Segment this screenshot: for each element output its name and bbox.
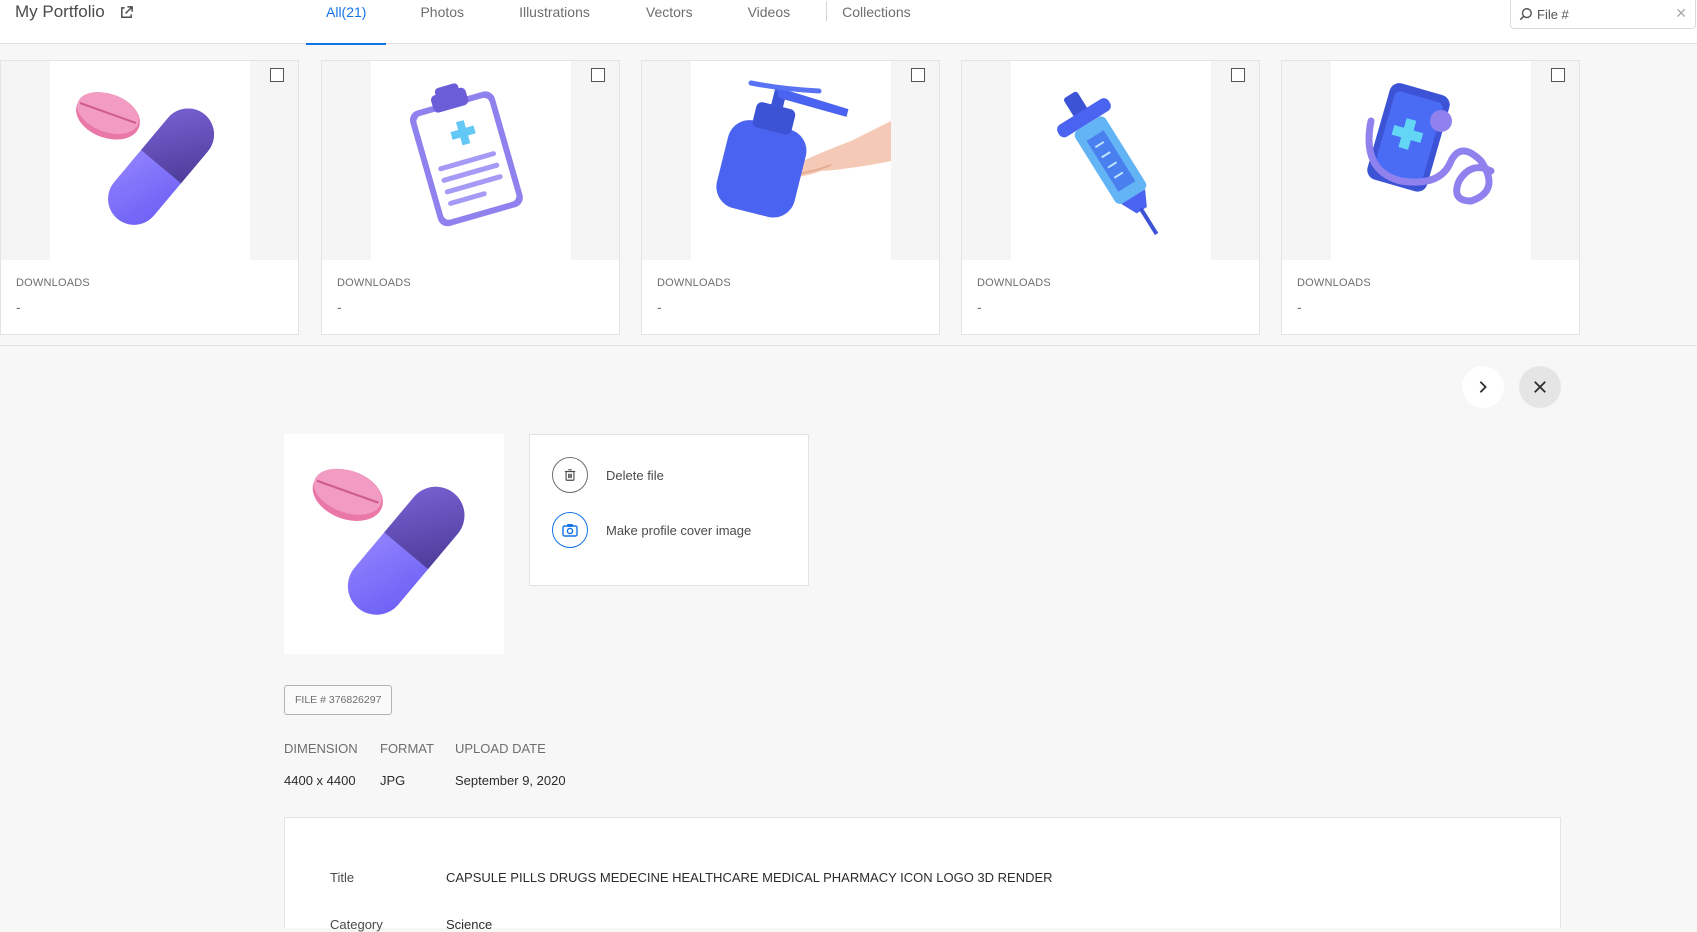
- downloads-label: DOWNLOADS: [977, 277, 1051, 289]
- asset-thumbnail-frame: [962, 61, 1259, 260]
- select-checkbox[interactable]: [911, 68, 925, 82]
- tab-separator: [826, 1, 828, 21]
- file-search-input[interactable]: [1537, 6, 1667, 22]
- portfolio-title[interactable]: My Portfolio: [15, 2, 134, 22]
- tab-illustrations[interactable]: Illustrations: [519, 0, 590, 44]
- phone-stethoscope-image[interactable]: [1331, 61, 1531, 260]
- tab-vectors[interactable]: Vectors: [646, 0, 693, 44]
- close-icon: [1534, 381, 1546, 393]
- upload-date-value: September 9, 2020: [455, 773, 566, 788]
- clipboard-image[interactable]: [371, 61, 571, 260]
- tab-bar: All(21) Photos Illustrations Vectors Vid…: [305, 0, 911, 45]
- top-bar: My Portfolio All(21) Photos Illustration…: [0, 0, 1697, 45]
- external-link-icon[interactable]: [119, 5, 134, 20]
- asset-thumbnail-frame: [1282, 61, 1579, 260]
- delete-file-button[interactable]: Delete file: [552, 457, 664, 493]
- asset-card[interactable]: DOWNLOADS -: [321, 60, 620, 335]
- select-checkbox[interactable]: [591, 68, 605, 82]
- make-cover-button[interactable]: Make profile cover image: [552, 512, 751, 548]
- select-checkbox[interactable]: [1231, 68, 1245, 82]
- section-divider: [0, 345, 1697, 346]
- select-checkbox[interactable]: [1551, 68, 1565, 82]
- asset-preview-image: [284, 434, 504, 654]
- downloads-label: DOWNLOADS: [1297, 277, 1371, 289]
- delete-file-label: Delete file: [606, 467, 664, 483]
- dimension-label: DIMENSION: [284, 741, 358, 756]
- downloads-label: DOWNLOADS: [16, 277, 90, 289]
- tab-collections[interactable]: Collections: [842, 0, 910, 44]
- capsule-pills-image[interactable]: [50, 61, 250, 260]
- format-label: FORMAT: [380, 741, 434, 756]
- downloads-value: -: [337, 299, 342, 315]
- file-search: ✕: [1510, 0, 1696, 29]
- asset-card[interactable]: DOWNLOADS -: [0, 60, 299, 335]
- category-row: Category Science: [330, 917, 492, 932]
- asset-card[interactable]: DOWNLOADS -: [1281, 60, 1580, 335]
- portfolio-title-text: My Portfolio: [15, 2, 105, 21]
- syringe-image[interactable]: [1011, 61, 1211, 260]
- downloads-value: -: [977, 299, 982, 315]
- select-checkbox[interactable]: [270, 68, 284, 82]
- clear-search-icon[interactable]: ✕: [1675, 5, 1687, 22]
- downloads-label: DOWNLOADS: [337, 277, 411, 289]
- dimension-value: 4400 x 4400: [284, 773, 356, 788]
- category-value[interactable]: Science: [446, 917, 492, 932]
- downloads-label: DOWNLOADS: [657, 277, 731, 289]
- asset-card[interactable]: DOWNLOADS -: [961, 60, 1260, 335]
- downloads-value: -: [657, 299, 662, 315]
- next-asset-button[interactable]: [1462, 366, 1504, 408]
- format-value: JPG: [380, 773, 406, 788]
- asset-info-panel: Title CAPSULE PILLS DRUGS MEDECINE HEALT…: [284, 817, 1561, 932]
- title-row: Title CAPSULE PILLS DRUGS MEDECINE HEALT…: [330, 870, 1053, 885]
- title-value[interactable]: CAPSULE PILLS DRUGS MEDECINE HEALTHCARE …: [446, 870, 1053, 885]
- tab-videos[interactable]: Videos: [748, 0, 791, 44]
- asset-actions-panel: Delete file Make profile cover image: [529, 434, 809, 586]
- upload-date-label: UPLOAD DATE: [455, 741, 546, 756]
- downloads-value: -: [1297, 299, 1302, 315]
- trash-icon: [552, 457, 588, 493]
- asset-card[interactable]: DOWNLOADS -: [641, 60, 940, 335]
- hand-sanitizer-image[interactable]: [691, 61, 891, 260]
- asset-thumbnail-frame: [322, 61, 619, 260]
- file-id-badge: FILE # 376826297: [284, 685, 393, 715]
- camera-icon: [552, 512, 588, 548]
- make-cover-label: Make profile cover image: [606, 522, 752, 538]
- downloads-value: -: [16, 299, 21, 315]
- close-detail-button[interactable]: [1519, 366, 1561, 408]
- asset-thumbnail-frame: [1, 61, 298, 260]
- category-label: Category: [330, 917, 383, 932]
- search-icon: [1519, 8, 1532, 21]
- chevron-right-icon: [1479, 381, 1487, 393]
- tab-all[interactable]: All(21): [305, 0, 388, 45]
- asset-thumbnail-frame: [642, 61, 939, 260]
- tab-photos[interactable]: Photos: [420, 0, 464, 44]
- title-label: Title: [330, 870, 355, 885]
